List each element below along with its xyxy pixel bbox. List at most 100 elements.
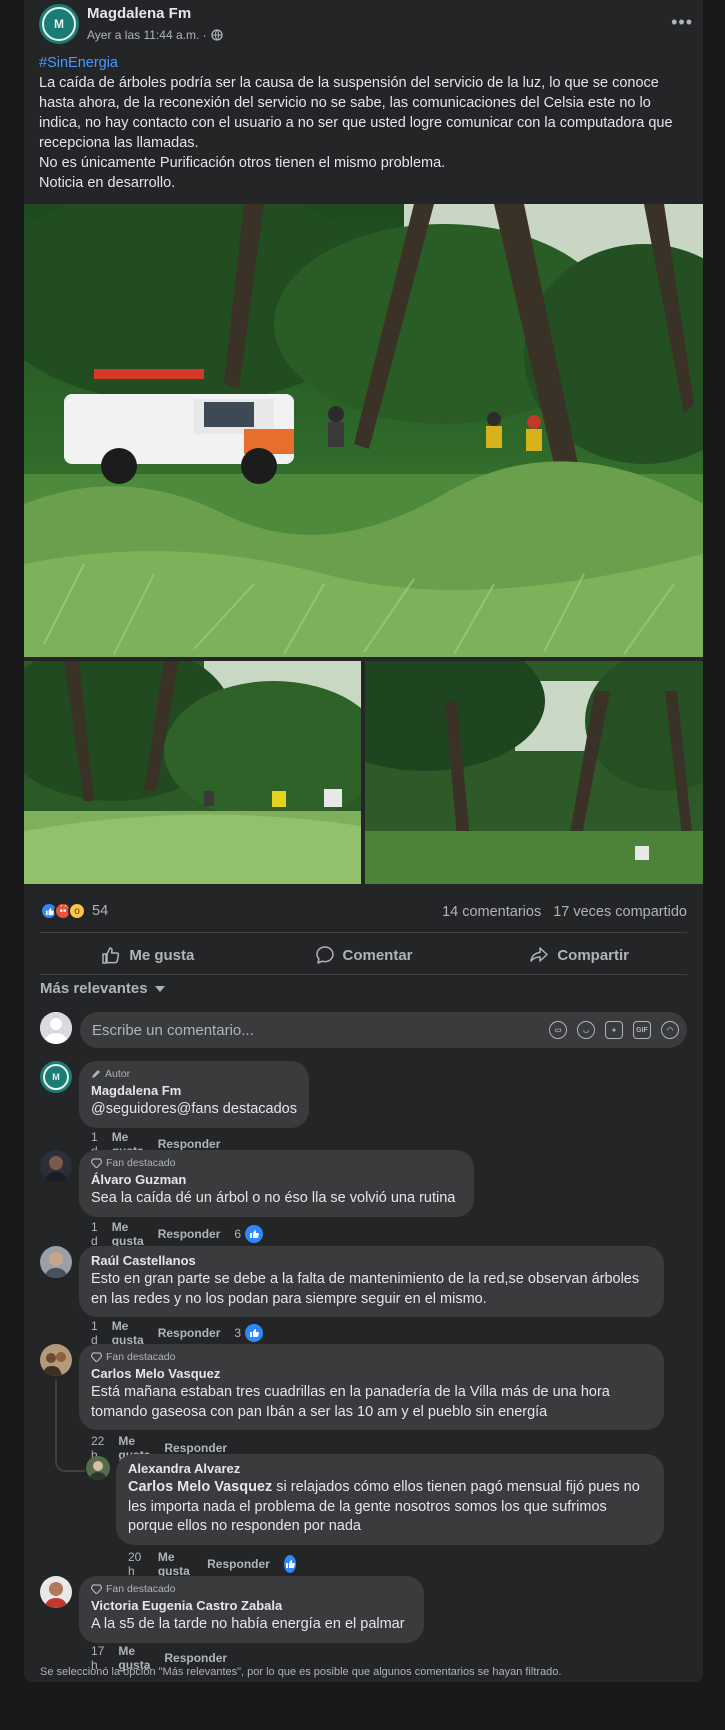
page-avatar[interactable]: M <box>39 4 79 44</box>
shares-count[interactable]: 17 veces compartido <box>553 904 687 920</box>
comment-text: Sea la caída dé un árbol o no éso lla se… <box>91 1190 456 1206</box>
comment-author[interactable]: Alexandra Alvarez <box>128 1461 652 1476</box>
post-author[interactable]: Magdalena Fm <box>87 5 191 22</box>
comment-meta: 20 h Me gusta Responder <box>128 1550 297 1578</box>
post-text: #SinEnergia La caída de árboles podría s… <box>39 53 689 193</box>
reaction-count: 54 <box>92 903 109 919</box>
comment-like-count: 3 <box>234 1326 242 1340</box>
like-icon <box>245 1324 264 1342</box>
comment-input[interactable] <box>80 1012 520 1048</box>
comment-avatar[interactable] <box>40 1150 72 1182</box>
comment-reactions[interactable]: 6 <box>234 1225 264 1243</box>
comment-author[interactable]: Álvaro Guzman <box>91 1172 462 1187</box>
more-dots-icon[interactable]: ••• <box>671 12 693 33</box>
photo-grid <box>24 204 703 884</box>
comment-filter-dropdown[interactable]: Más relevantes <box>40 980 166 997</box>
comment-text: A la s5 de la tarde no había energía en … <box>91 1616 405 1632</box>
post-card: M Magdalena Fm Ayer a las 11:44 a.m. · •… <box>24 0 703 1682</box>
comment-bubble-icon <box>315 946 334 964</box>
comment-meta: 1 d Me gusta Responder 3 <box>91 1319 264 1347</box>
comment-bubble: Fan destacado Carlos Melo Vasquez Está m… <box>79 1344 664 1430</box>
comment-reply-button[interactable]: Responder <box>164 1441 227 1455</box>
author-badge: Autor <box>91 1068 297 1080</box>
photo-main[interactable] <box>24 204 703 657</box>
comment-avatar[interactable] <box>40 1246 72 1278</box>
comment-author[interactable]: Carlos Melo Vasquez <box>91 1366 652 1381</box>
comment-reply-button[interactable]: Responder <box>207 1557 270 1571</box>
divider <box>40 974 687 975</box>
comment-input-box[interactable]: ▭ ◡ ● GIF ◠ <box>80 1012 687 1048</box>
emoji-icon[interactable]: ◡ <box>577 1021 595 1039</box>
comment-author[interactable]: Raúl Castellanos <box>91 1253 652 1268</box>
comment-like-count: 6 <box>234 1227 242 1241</box>
diamond-icon <box>91 1158 102 1168</box>
sticker-icon[interactable]: ◠ <box>661 1021 679 1039</box>
like-button[interactable]: Me gusta <box>40 936 256 974</box>
comment-filter-label: Más relevantes <box>40 980 148 997</box>
comment-text: Está mañana estaban tres cuadrillas en l… <box>91 1384 610 1420</box>
comment-composer: ▭ ◡ ● GIF ◠ <box>40 1012 687 1048</box>
globe-icon <box>210 29 223 41</box>
comment-bubble: Alexandra Alvarez Carlos Melo Vasquez si… <box>116 1454 664 1545</box>
post-paragraph: No es únicamente Purificación otros tien… <box>39 155 446 171</box>
comment-time[interactable]: 1 d <box>91 1319 98 1347</box>
logo-icon: M <box>43 1064 69 1090</box>
share-arrow-icon <box>530 947 549 962</box>
comment-like-button[interactable]: Me gusta <box>112 1319 144 1347</box>
comment-text: @seguidores@fans destacados <box>91 1101 297 1117</box>
comment-time[interactable]: 20 h <box>128 1550 144 1578</box>
composer-icons: ▭ ◡ ● GIF ◠ <box>549 1021 679 1039</box>
comment-avatar[interactable] <box>86 1456 110 1480</box>
top-fan-badge: Fan destacado <box>91 1351 652 1363</box>
comment-author[interactable]: Magdalena Fm <box>91 1083 297 1098</box>
comment-text: Esto en gran parte se debe a la falta de… <box>91 1271 640 1307</box>
reactions-summary[interactable]: •̀•́ o 54 <box>40 902 108 920</box>
wow-icon: o <box>68 902 86 920</box>
comment-avatar[interactable] <box>40 1576 72 1608</box>
comment-meta: 1 d Me gusta Responder 6 <box>91 1220 264 1248</box>
top-fan-badge: Fan destacado <box>91 1583 412 1595</box>
photo-bottom-right[interactable] <box>365 661 703 884</box>
diamond-icon <box>91 1352 102 1362</box>
mention-link[interactable]: Carlos Melo Vasquez <box>128 1479 272 1495</box>
comment-avatar[interactable] <box>40 1344 72 1376</box>
comment-button-label: Comentar <box>342 946 413 964</box>
share-button-label: Compartir <box>557 946 630 964</box>
post-actions: Me gusta Comentar Compartir <box>40 936 687 974</box>
top-fan-badge: Fan destacado <box>91 1157 462 1169</box>
comment-avatar[interactable]: M <box>40 1061 72 1093</box>
comment-reply-button[interactable]: Responder <box>158 1326 221 1340</box>
comments-count[interactable]: 14 comentarios <box>442 904 541 920</box>
post-timestamp[interactable]: Ayer a las 11:44 a.m. · <box>87 28 223 42</box>
gif-icon[interactable]: GIF <box>633 1021 651 1039</box>
camera-icon[interactable]: ● <box>605 1021 623 1039</box>
comment-time[interactable]: 1 d <box>91 1220 98 1248</box>
comment-author[interactable]: Victoria Eugenia Castro Zabala <box>91 1598 412 1613</box>
filter-notice: Se seleccionó la opción "Más relevantes"… <box>40 1666 562 1678</box>
comment-text: Carlos Melo Vasquez si relajados cómo el… <box>128 1478 652 1537</box>
post-stats: •̀•́ o 54 14 comentarios 17 veces compar… <box>40 902 687 924</box>
hashtag-link[interactable]: #SinEnergia <box>39 53 689 73</box>
comment-reply-button[interactable]: Responder <box>158 1227 221 1241</box>
post-paragraph: La caída de árboles podría ser la causa … <box>39 75 673 151</box>
comment-bubble: Raúl Castellanos Esto en gran parte se d… <box>79 1246 664 1317</box>
logo-icon: M <box>42 7 76 41</box>
photo-bottom-left[interactable] <box>24 661 361 884</box>
comment-like-button[interactable]: Me gusta <box>112 1220 144 1248</box>
avatar-sticker-icon[interactable]: ▭ <box>549 1021 567 1039</box>
comment-button[interactable]: Comentar <box>256 936 472 974</box>
like-button-label: Me gusta <box>129 946 195 964</box>
diamond-icon <box>91 1584 102 1594</box>
current-user-avatar[interactable] <box>40 1012 72 1044</box>
comment-bubble: Fan destacado Álvaro Guzman Sea la caída… <box>79 1150 474 1217</box>
pencil-icon <box>92 1070 100 1078</box>
share-button[interactable]: Compartir <box>471 936 687 974</box>
like-icon[interactable] <box>283 1555 297 1573</box>
comment-like-button[interactable]: Me gusta <box>158 1550 193 1578</box>
comment-reply-button[interactable]: Responder <box>158 1137 221 1151</box>
comment-reply-button[interactable]: Responder <box>164 1651 227 1665</box>
divider <box>40 932 687 933</box>
comment-bubble: Autor Magdalena Fm @seguidores@fans dest… <box>79 1061 309 1128</box>
thumbs-up-icon <box>102 947 120 964</box>
comment-reactions[interactable]: 3 <box>234 1324 264 1342</box>
